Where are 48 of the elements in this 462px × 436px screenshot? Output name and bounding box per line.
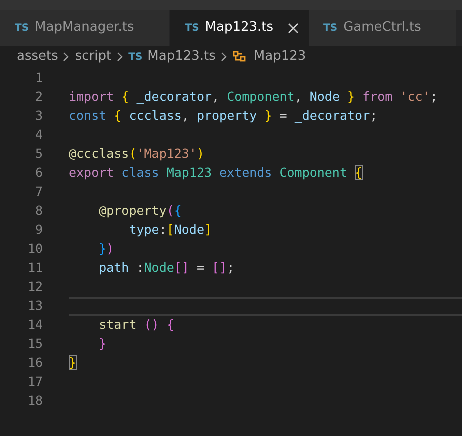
editor-tab[interactable]: TS GameCtrl.ts [308, 10, 456, 46]
code-line: path :Node[] = []; [98, 259, 235, 278]
chevron-right-icon [220, 52, 228, 62]
code-line: } [98, 335, 107, 354]
line-number: 4 [34, 126, 43, 144]
line-number: 2 [34, 88, 43, 106]
tab-label: Map123.ts [205, 19, 275, 38]
tab-label: MapManager.ts [35, 19, 136, 38]
code-line: @ccclass('Map123') [69, 145, 204, 164]
editor-tab[interactable]: TS MapManager.ts [0, 10, 170, 46]
typescript-file-label: TS [185, 22, 200, 36]
line-number: 6 [34, 164, 43, 182]
line-number: 16 [26, 354, 43, 372]
line-number: 11 [26, 259, 43, 278]
typescript-file-label: TS [15, 22, 30, 36]
line-number: 14 [26, 316, 43, 334]
line-number: 3 [34, 107, 43, 126]
chevron-right-icon [63, 52, 70, 62]
code-line: start () { [98, 316, 174, 334]
code-line: import { _decorator, Component, Node } from 'cc'; [69, 88, 438, 106]
line-number: 9 [34, 221, 43, 240]
code-line: const { ccclass, property } = _decorator; [69, 107, 378, 126]
code-line: export class Map123 extends Component { [69, 164, 363, 182]
code-line: type:[Node] [128, 221, 212, 240]
breadcrumb-item[interactable]: script [75, 47, 112, 67]
line-number: 5 [34, 145, 43, 164]
breadcrumb-item[interactable]: Map123 [254, 47, 306, 67]
line-number: 18 [26, 392, 43, 410]
breadcrumb-item[interactable]: Map123.ts [148, 47, 216, 67]
line-number: 8 [34, 202, 43, 220]
line-number: 10 [26, 240, 43, 258]
line-number: 13 [26, 297, 43, 316]
line-number: 15 [26, 335, 43, 354]
chevron-right-icon [116, 52, 124, 62]
line-number: 12 [26, 278, 43, 296]
line-number: 1 [34, 69, 43, 88]
code-line: }) [98, 240, 114, 258]
line-number: 17 [26, 373, 43, 392]
class-symbol-icon [232, 51, 247, 63]
breadcrumb-item[interactable]: assets [17, 47, 58, 67]
close-icon[interactable] [288, 22, 299, 34]
typescript-file-label: TS [324, 22, 338, 36]
code-line: } [69, 354, 77, 372]
line-number: 7 [34, 183, 43, 202]
editor-tab[interactable]: TS Map123.ts [170, 10, 309, 46]
code-line: @property({ [98, 202, 182, 220]
tab-label: GameCtrl.ts [344, 19, 422, 38]
typescript-file-label: TS [128, 50, 143, 64]
